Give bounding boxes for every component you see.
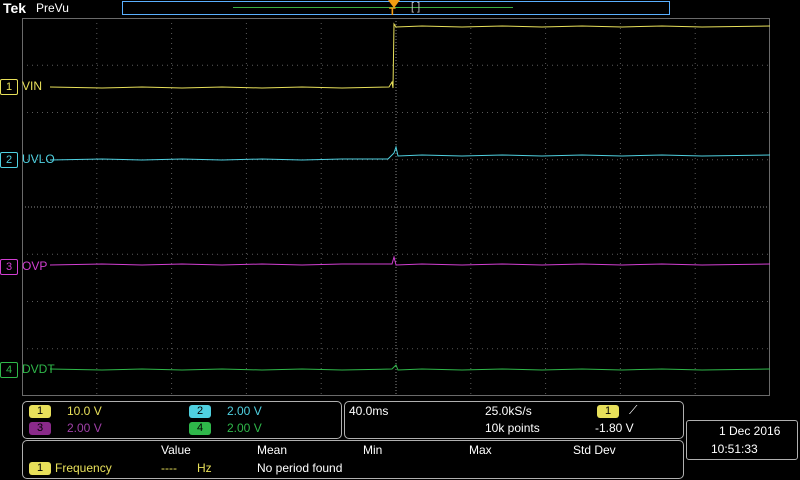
- channel-2-marker[interactable]: 2: [0, 152, 18, 168]
- trace-ch3-ovp: [49, 255, 770, 266]
- channel-1-label: VIN: [22, 79, 43, 93]
- graticule-center-axes: [22, 18, 770, 396]
- ch3-scale: 2.00 V: [67, 421, 102, 435]
- trace-ch4-dvdt: [49, 364, 770, 371]
- timebase-value: 40.0ms: [349, 404, 389, 418]
- ch3-badge: 3: [29, 422, 51, 435]
- meas-unit: Hz: [197, 461, 212, 475]
- trigger-slope-icon: ⟋: [629, 403, 638, 417]
- time-display: 10:51:33: [711, 442, 758, 456]
- ch1-badge: 1: [29, 405, 51, 418]
- meas-header-mean: Mean: [257, 443, 288, 457]
- ch2-badge: 2: [189, 405, 211, 418]
- vertical-settings-panel[interactable]: 1 10.0 V 2 2.00 V 3 2.00 V 4 2.00 V: [22, 401, 342, 439]
- channel-3-marker[interactable]: 3: [0, 259, 18, 275]
- acquisition-mode: PreVu: [36, 1, 69, 15]
- meas-header-value: Value: [161, 443, 191, 457]
- window-bracket-icon: [ ]: [411, 1, 421, 13]
- date-display: 1 Dec 2016: [719, 424, 781, 438]
- meas-header-stddev: Std Dev: [573, 443, 616, 457]
- ch2-scale: 2.00 V: [227, 404, 262, 418]
- measurements-panel[interactable]: Value Mean Min Max Std Dev 1 Frequency -…: [22, 440, 684, 479]
- trigger-source-badge: 1: [597, 405, 619, 418]
- sample-rate: 25.0kS/s: [485, 404, 532, 418]
- brand-logo: Tek: [3, 0, 27, 16]
- channel-4-marker[interactable]: 4: [0, 362, 18, 378]
- meas-header-max: Max: [469, 443, 492, 457]
- channel-4-label: DVDT: [22, 362, 55, 376]
- ch1-scale: 10.0 V: [67, 404, 102, 418]
- trace-ch1-vin: [49, 22, 770, 89]
- meas-note: No period found: [257, 461, 343, 475]
- meas-source-badge: 1: [29, 462, 51, 475]
- record-length: 10k points: [485, 421, 540, 435]
- trigger-level: -1.80 V: [595, 421, 634, 435]
- channel-2-label: UVLO: [22, 152, 55, 166]
- trace-ch2-uvlo: [49, 145, 770, 161]
- meas-header-min: Min: [363, 443, 383, 457]
- waveform-display[interactable]: [22, 18, 770, 396]
- ch4-badge: 4: [189, 422, 211, 435]
- horizontal-trigger-panel[interactable]: 40.0ms 25.0kS/s 10k points 1 ⟋ -1.80 V: [344, 401, 684, 439]
- trigger-marker: T: [389, 6, 396, 18]
- meas-value: ----: [161, 461, 177, 475]
- top-status-bar: Tek PreVu [ ] T: [0, 0, 800, 18]
- channel-1-marker[interactable]: 1: [0, 79, 18, 95]
- datetime-panel: 1 Dec 2016 10:51:33: [686, 420, 798, 460]
- meas-name: Frequency: [55, 461, 112, 475]
- channel-3-label: OVP: [22, 259, 48, 273]
- record-window-indicator: [233, 7, 513, 8]
- ch4-scale: 2.00 V: [227, 421, 262, 435]
